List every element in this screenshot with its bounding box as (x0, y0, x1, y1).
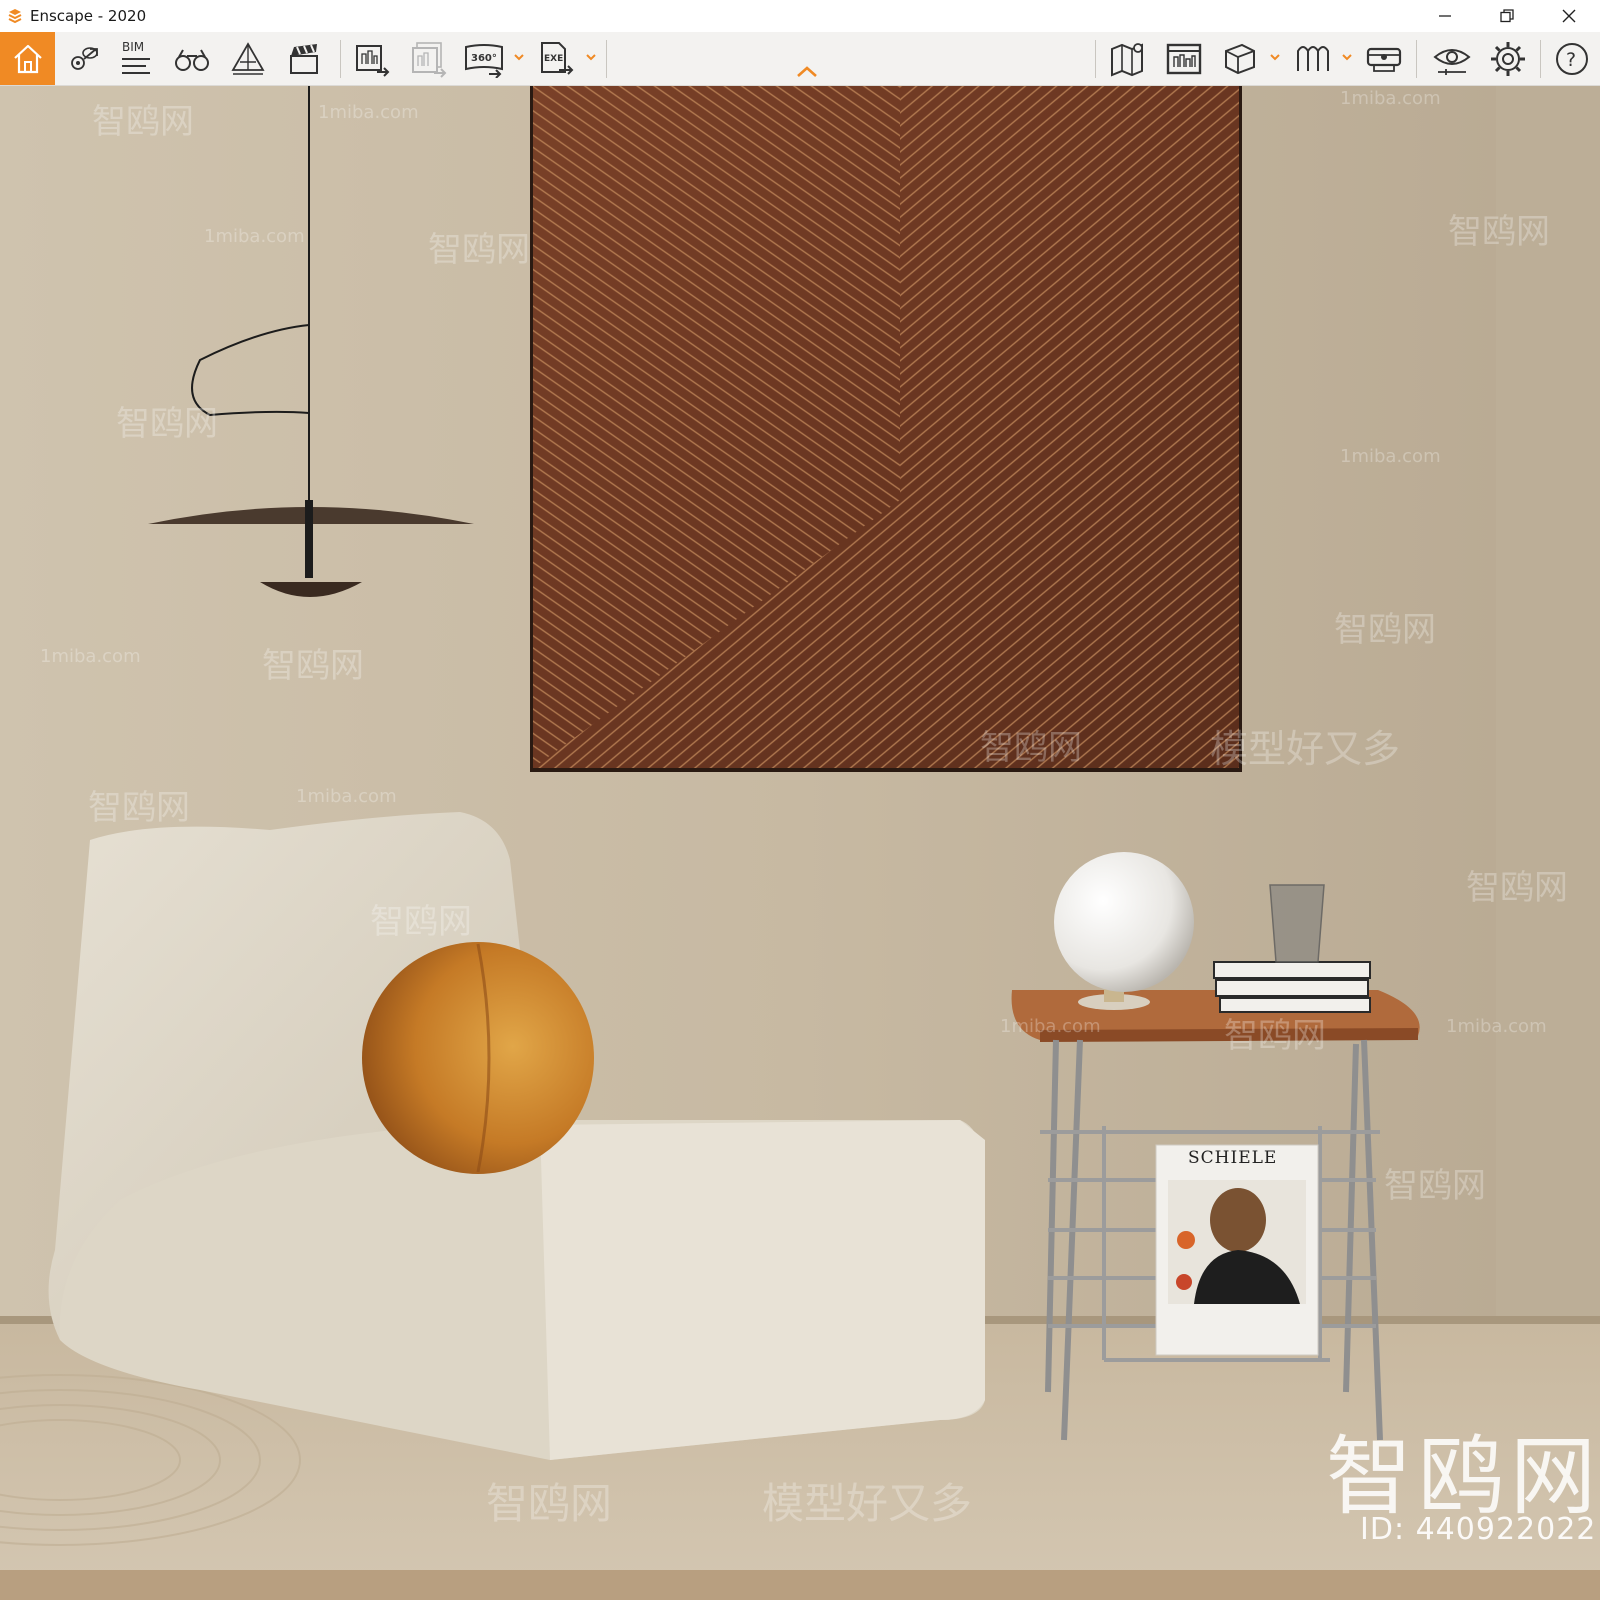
watermark-site: 1miba.com (1340, 446, 1441, 467)
visual-settings-button[interactable] (1430, 32, 1474, 85)
round-pillow (362, 942, 594, 1174)
bim-icon: BIM (122, 40, 150, 74)
title-bar: Enscape - 2020 (0, 0, 1600, 32)
watermark-site: 1miba.com (296, 786, 397, 807)
view-mode-button[interactable] (1218, 32, 1262, 85)
magazine (1155, 1144, 1319, 1356)
bim-label: BIM (122, 40, 144, 54)
map-button[interactable] (1106, 32, 1150, 85)
watermark-brand: 智鸥网 (1334, 610, 1436, 650)
watermark-site: 1miba.com (1000, 1016, 1101, 1037)
home-icon (13, 44, 42, 73)
panorama-360-icon: 360° (465, 43, 503, 78)
vr-headset-icon (1366, 47, 1402, 72)
watermark-id: ID: 440922022 (1360, 1512, 1597, 1547)
batch-export-icon (412, 41, 447, 78)
restore-button[interactable] (1476, 0, 1538, 32)
watermark-brand: 智鸥网 (428, 230, 530, 270)
cube-icon (1225, 43, 1255, 74)
collapse-toolbar-chevron-icon[interactable] (796, 66, 818, 78)
toolbar-separator (1540, 40, 1541, 78)
panorama-dropdown-chevron-icon[interactable] (514, 52, 524, 62)
material-icon (1297, 45, 1329, 71)
close-icon (1562, 9, 1576, 23)
magazine-title: SCHIELE (1188, 1148, 1278, 1168)
wall-column (1496, 86, 1600, 1326)
video-editor-button[interactable] (282, 32, 326, 85)
scene-render (0, 86, 1600, 1600)
restore-icon (1500, 9, 1514, 23)
panorama-label: 360° (471, 53, 497, 64)
watermark-site: 1miba.com (204, 226, 305, 247)
exe-export-button[interactable]: EXE (534, 32, 578, 85)
watermark-slogan: 模型好又多 (1210, 727, 1401, 771)
watermark-brand: 智鸥网 (262, 646, 364, 686)
view-mode-dropdown-chevron-icon[interactable] (1270, 52, 1280, 62)
watermark-brand: 智鸥网 (370, 902, 472, 942)
watermark-site: 1miba.com (1446, 1016, 1547, 1037)
watermark-slogan: 模型好又多 (762, 1479, 973, 1528)
bookmarks-button[interactable] (62, 32, 106, 85)
asset-library-icon (1166, 43, 1202, 74)
wood-floor-edge (0, 1570, 1600, 1600)
vr-button[interactable] (1362, 32, 1406, 85)
watermark-brand: 智鸥网 (92, 102, 194, 142)
eye-icon (1433, 48, 1471, 75)
gear-icon (1491, 41, 1525, 76)
watermark-site: 1miba.com (40, 646, 141, 667)
settings-button[interactable] (1486, 32, 1530, 85)
toolbar-separator (1416, 40, 1417, 78)
watermark-brand: 智鸥网 (1224, 1016, 1326, 1056)
watermark-brand: 智鸥网 (116, 404, 218, 444)
screenshot-button[interactable] (350, 32, 394, 85)
watermark-site: 1miba.com (1340, 88, 1441, 109)
minimize-icon (1439, 15, 1451, 17)
help-icon: ? (1556, 42, 1588, 75)
help-label: ? (1566, 49, 1576, 71)
material-dropdown-chevron-icon[interactable] (1342, 52, 1352, 62)
close-button[interactable] (1538, 0, 1600, 32)
watermark-brand: 智鸥网 (88, 788, 190, 828)
atmosphere-button[interactable] (226, 32, 270, 85)
pyramid-icon (231, 41, 265, 75)
watermark-brand: 智鸥网 (486, 1479, 613, 1528)
asset-library-button[interactable] (1162, 32, 1206, 85)
binoculars-button[interactable] (170, 32, 214, 85)
watermark-brand: 智鸥网 (980, 728, 1082, 768)
wall-painting (530, 86, 1242, 772)
bim-button[interactable]: BIM (114, 32, 158, 85)
exe-label: EXE (544, 54, 563, 64)
watermark-brand: 智鸥网 (1384, 1166, 1486, 1206)
watermark-site: 1miba.com (318, 102, 419, 123)
help-button[interactable]: ? (1550, 32, 1594, 85)
panorama-button[interactable]: 360° (462, 32, 506, 85)
watermark-brand: 智鸥网 (1466, 868, 1568, 908)
minimize-button[interactable] (1414, 0, 1476, 32)
toolbar-separator (606, 40, 607, 78)
window-title: Enscape - 2020 (30, 7, 147, 25)
exe-export-icon: EXE (541, 41, 574, 75)
enscape-logo-icon (8, 9, 22, 24)
toolbar-separator (1095, 40, 1096, 78)
exe-dropdown-chevron-icon[interactable] (586, 52, 596, 62)
binoculars-icon (175, 49, 209, 71)
watermark-brand: 智鸥网 (1448, 212, 1550, 252)
batch-render-button[interactable] (406, 32, 450, 85)
export-image-icon (356, 44, 390, 77)
render-viewport[interactable]: SCHIELE 1miba.com 1miba.com 1miba.com 1m… (0, 86, 1600, 1600)
home-button[interactable] (0, 32, 55, 85)
map-pin-icon (71, 46, 98, 70)
clapperboard-icon (290, 43, 318, 74)
toolbar-separator (340, 40, 341, 78)
material-button[interactable] (1290, 32, 1334, 85)
map-icon (1111, 42, 1143, 76)
